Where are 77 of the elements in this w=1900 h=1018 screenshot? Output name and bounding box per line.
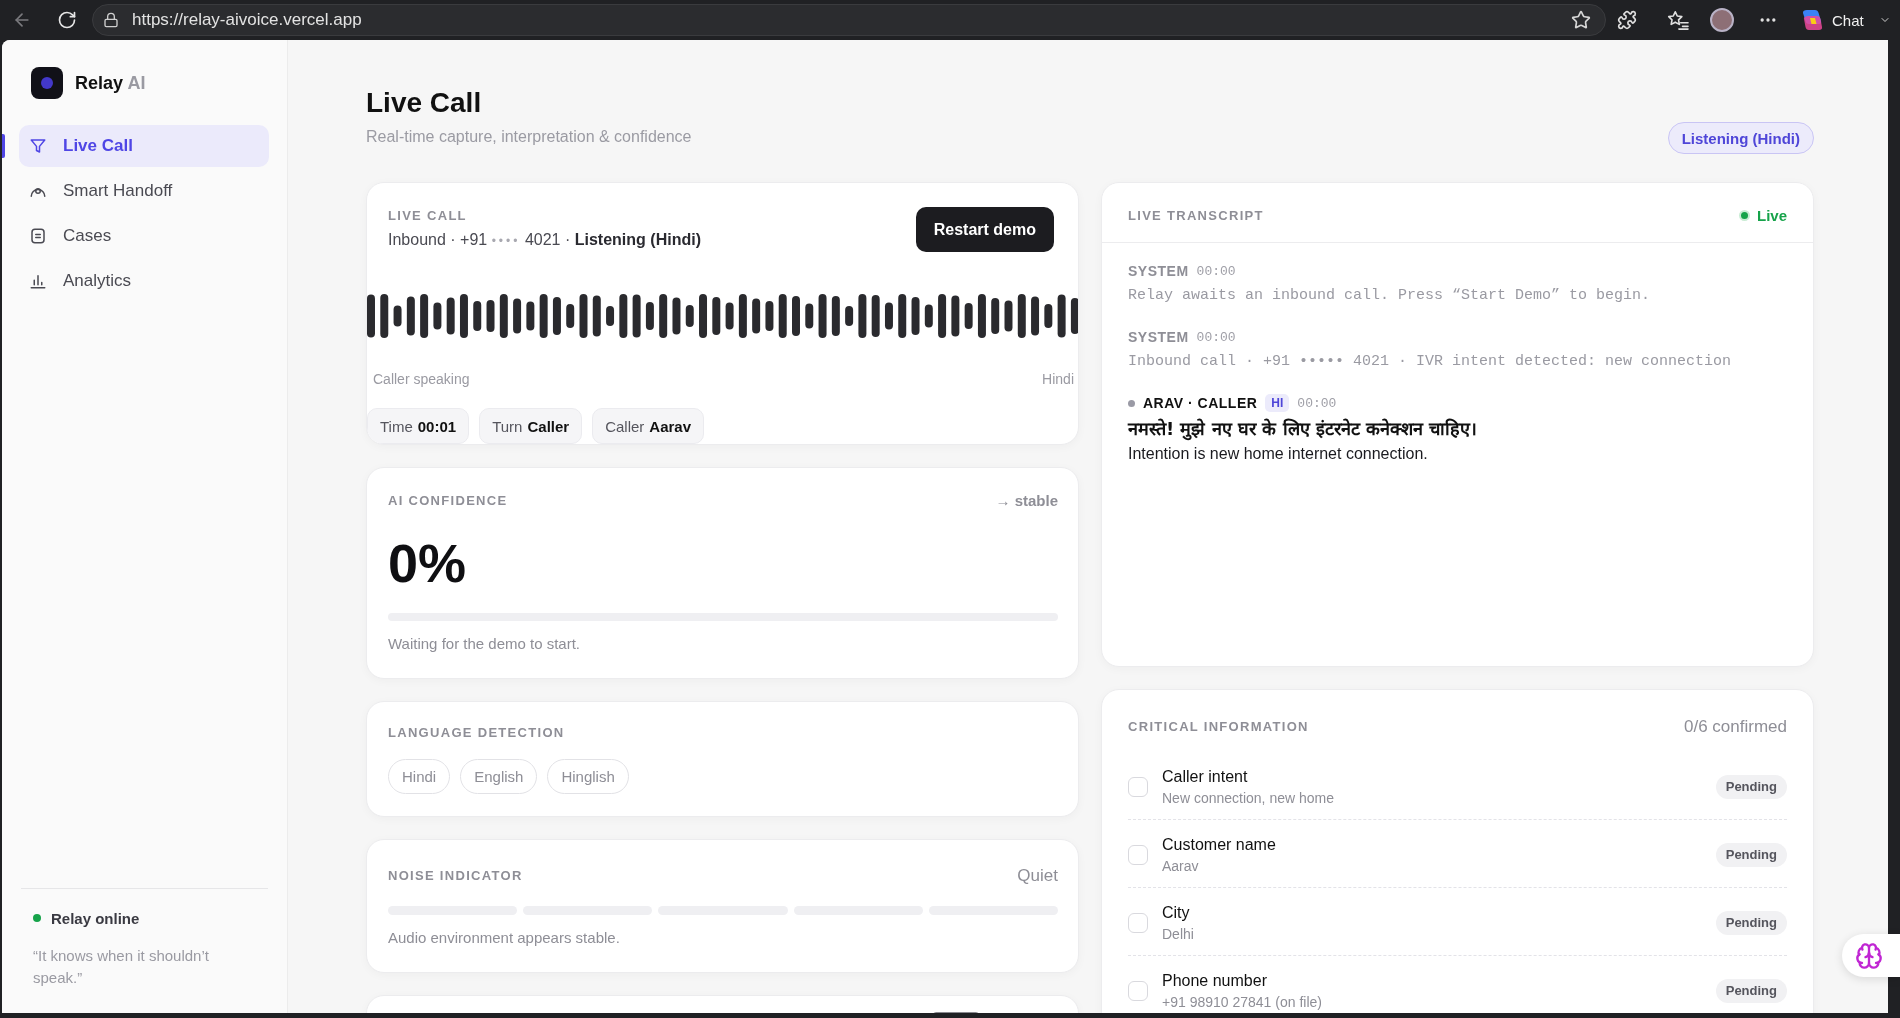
- language-badge: HI: [1265, 394, 1290, 412]
- avatar[interactable]: [1710, 8, 1734, 32]
- funnel-icon: [29, 137, 47, 155]
- transcript-message: Relay awaits an inbound call. Press “Start Demo” to begin.: [1128, 286, 1651, 306]
- card-title: LIVE CALL: [388, 208, 467, 224]
- language-chip: Hinglish: [547, 759, 629, 794]
- speaker-label: ARAV · CALLER: [1143, 395, 1258, 411]
- speaker-label: SYSTEM: [1128, 329, 1189, 345]
- card-title: AI CONFIDENCE: [388, 492, 508, 509]
- language-caption: Hindi: [1042, 370, 1074, 388]
- bar-chart-icon: [29, 272, 47, 290]
- page-title: Live Call: [366, 86, 483, 120]
- language-chip: English: [460, 759, 538, 794]
- translation-text: Intention is new home internet connection.: [1128, 444, 1428, 464]
- nav-item[interactable]: Smart Handoff: [19, 170, 269, 212]
- checkbox[interactable]: [1128, 980, 1148, 1001]
- transcript-message: Inbound call · +91 ••••• 4021 · IVR intent detected: new connection: [1128, 352, 1732, 372]
- timestamp: 00:00: [1297, 395, 1337, 411]
- card-title: LIVE TRANSCRIPT: [1128, 207, 1264, 224]
- live-label: Live: [1757, 207, 1787, 224]
- checkbox[interactable]: [1128, 776, 1148, 797]
- item-detail: Delhi: [1162, 925, 1194, 943]
- status-badge: Pending: [1715, 774, 1787, 799]
- quote-text: “It knows when it shouldn’t speak.”: [33, 946, 210, 988]
- speaker-dot-icon: [1128, 399, 1135, 407]
- noise-reading: Quiet: [1017, 866, 1058, 886]
- trend-text: → stable: [995, 492, 1058, 509]
- chat-button[interactable]: Chat: [1800, 8, 1864, 32]
- reload-icon[interactable]: [57, 10, 77, 30]
- url-text: https://relay-aivoice.vercel.app: [132, 10, 363, 30]
- call-info: Inbound · +91 •••• 4021 · Listening (Hindi): [388, 230, 701, 250]
- card-title: LANGUAGE DETECTION: [388, 725, 566, 741]
- item-detail: Aarav: [1162, 857, 1199, 875]
- speaker-caption: Caller speaking: [373, 370, 470, 388]
- assistant-button[interactable]: [1842, 934, 1900, 977]
- card-title: CRITICAL INFORMATION: [1128, 719, 1309, 735]
- item-title: City: [1162, 903, 1190, 923]
- favorites-icon[interactable]: [1667, 10, 1689, 30]
- nav-item[interactable]: Cases: [19, 215, 269, 257]
- address-bar[interactable]: https://relay-aivoice.vercel.app: [92, 4, 1606, 36]
- brain-icon: [1855, 941, 1883, 970]
- timestamp: 00:00: [1196, 263, 1236, 279]
- app-logo-icon: [31, 67, 63, 99]
- chat-logo-icon: [1800, 8, 1824, 32]
- language-chip: Hindi: [388, 759, 451, 794]
- item-title: Phone number: [1162, 971, 1267, 991]
- item-title: Customer name: [1162, 835, 1276, 855]
- nav-item[interactable]: Live Call: [19, 125, 269, 167]
- status-badge: Pending: [1715, 978, 1787, 1003]
- card-title: NOISE INDICATOR: [388, 868, 523, 884]
- transcript-message: नमस्ते! मुझे नए घर के लिए इंटरनेट कनेक्शन चाहिए।: [1128, 417, 1478, 441]
- item-title: Caller intent: [1162, 767, 1248, 787]
- checkbox[interactable]: [1128, 912, 1148, 933]
- checkbox[interactable]: [1128, 844, 1148, 865]
- lock-icon: [103, 12, 119, 28]
- brand-name: Relay AI: [75, 72, 146, 94]
- noise-note: Audio environment appears stable.: [388, 928, 621, 948]
- item-detail: New connection, new home: [1162, 789, 1334, 807]
- nav-item[interactable]: Analytics: [19, 260, 269, 302]
- info-chip: Time 00:01: [367, 408, 470, 444]
- page-subtitle: Real-time capture, interpretation & confidence: [366, 127, 692, 147]
- confidence-note: Waiting for the demo to start.: [388, 634, 582, 654]
- status-badge: Pending: [1715, 842, 1787, 867]
- note-icon: [29, 227, 47, 245]
- status-text: Relay online: [51, 909, 140, 927]
- info-chip: Caller Aarav: [592, 408, 705, 444]
- confirmed-count: 0/6 confirmed: [1684, 717, 1787, 737]
- confidence-value: 0%: [388, 533, 468, 593]
- info-chip: Turn Caller: [479, 408, 583, 444]
- star-icon[interactable]: [1571, 10, 1591, 30]
- item-detail: +91 98910 27841 (on file): [1162, 993, 1322, 1011]
- extensions-icon[interactable]: [1617, 10, 1637, 30]
- restart-button[interactable]: Restart demo: [915, 207, 1054, 252]
- timestamp: 00:00: [1196, 329, 1236, 345]
- status-badge: Pending: [1715, 910, 1787, 935]
- status-badge: Listening (Hindi): [1667, 122, 1814, 154]
- speaker-label: SYSTEM: [1128, 263, 1189, 279]
